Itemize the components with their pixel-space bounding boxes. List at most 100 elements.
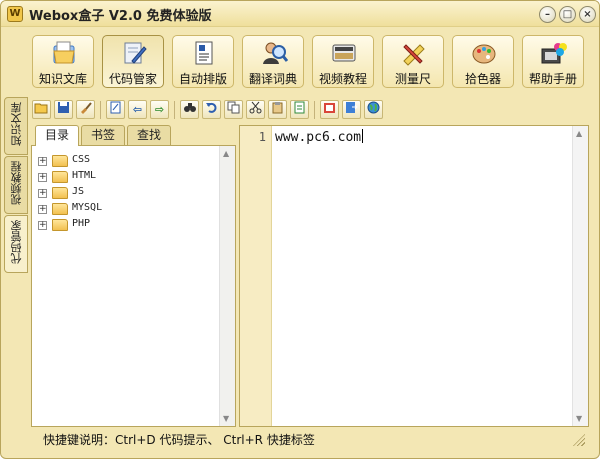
toolbar-separator [314,101,315,119]
line-number-gutter: 1 [240,126,272,426]
line-number: 1 [258,130,266,144]
resize-grip-icon[interactable] [573,434,585,446]
folder-icon [52,203,68,215]
left-panel: 目录 书签 查找 + CSS + HTML + JS + MYSQL + PHP… [31,125,236,427]
maximize-button[interactable]: □ [559,6,576,23]
scissors-icon [249,101,262,114]
editor-text-line[interactable]: www.pc6.com [275,129,364,145]
translate-dictionary-button[interactable]: 翻译词典 [242,35,304,88]
undo-icon [206,102,217,113]
tree-node-label: CSS [72,154,91,165]
editor-content: www.pc6.com [275,130,362,145]
scroll-up-icon[interactable]: ▲ [576,129,582,138]
tree-node-label: MYSQL [72,202,103,213]
scroll-up-icon[interactable]: ▲ [223,149,229,158]
side-tab-knowledge-library-label: 知识文库 [10,102,23,146]
toolbar-separator [100,101,101,119]
side-tab-knowledge-library[interactable]: 知识文库 [4,97,28,155]
document-icon [294,101,305,114]
knowledge-library-label: 知识文库 [38,72,87,86]
main-toolbar: 知识文库 代码管家 自动排版 翻译词典 视频教程 测量尺 拾色器 帮助手册 [1,28,599,94]
scroll-down-icon[interactable]: ▼ [576,414,582,423]
measure-ruler-label: 测量尺 [394,72,431,86]
copy-button[interactable] [224,100,243,119]
expand-icon[interactable]: + [38,173,47,182]
measure-ruler-button[interactable]: 测量尺 [382,35,444,88]
ruler-pencil-icon [403,44,425,66]
tree-node-label: JS [72,186,85,197]
html-icon [324,103,335,113]
expand-icon[interactable]: + [38,221,47,230]
side-tab-video-tutorial-label: 视频教程 [10,161,23,205]
side-tab-code-manager[interactable]: 代码管家 [4,215,28,273]
translate-dictionary-label: 翻译词典 [248,72,297,86]
code-manager-button[interactable]: 代码管家 [102,35,164,88]
side-tab-strip: 知识文库 视频教程 代码管家 [4,97,29,287]
edit-icon [110,101,121,114]
tab-directory[interactable]: 目录 [35,125,79,146]
app-window: W Webox盒子 V2.0 免费体验版 – □ × 知识文库 代码管家 自动排… [0,0,600,459]
export-button[interactable] [342,100,361,119]
minimize-button[interactable]: – [539,6,556,23]
document-button[interactable] [290,100,309,119]
text-document-icon [195,41,213,65]
palette-icon [472,44,496,64]
video-tutorial-label: 视频教程 [318,72,367,86]
tree-node-label: HTML [72,170,97,181]
cut-button[interactable] [246,100,265,119]
folder-icon [52,219,68,231]
paste-button[interactable] [268,100,287,119]
undo-button[interactable] [202,100,221,119]
find-button[interactable] [180,100,199,119]
paste-icon [272,102,283,114]
auto-format-label: 自动排版 [178,72,227,86]
tree-node-label: PHP [72,218,91,229]
close-button[interactable]: × [579,6,596,23]
back-button[interactable]: ⇦ [128,100,147,119]
title-bar[interactable]: W Webox盒子 V2.0 免费体验版 – □ × [1,1,599,27]
code-editor[interactable]: 1 www.pc6.com ▲ ▼ [239,125,589,427]
code-manager-label: 代码管家 [108,72,157,86]
scroll-down-icon[interactable]: ▼ [223,414,229,423]
video-tutorial-button[interactable]: 视频教程 [312,35,374,88]
binoculars-icon [183,103,196,112]
side-tab-video-tutorial[interactable]: 视频教程 [4,156,28,214]
shortcut-hint: 快捷键说明：Ctrl+D 代码提示、 Ctrl+R 快捷标签 [43,433,315,447]
web-preview-button[interactable] [364,100,383,119]
auto-format-button[interactable]: 自动排版 [172,35,234,88]
help-manual-label: 帮助手册 [528,72,577,86]
open-button[interactable] [32,100,51,119]
book-folder-icon [53,41,75,64]
tree-scrollbar[interactable]: ▲ ▼ [219,146,235,426]
open-folder-icon [34,103,48,114]
clear-button[interactable] [76,100,95,119]
expand-icon[interactable]: + [38,205,47,214]
help-manual-button[interactable]: 帮助手册 [522,35,584,88]
html-button[interactable] [320,100,339,119]
expand-icon[interactable]: + [38,157,47,166]
editor-scrollbar[interactable]: ▲ ▼ [572,126,588,426]
app-logo-icon: W [7,6,23,22]
brush-icon [81,102,92,114]
expand-icon[interactable]: + [38,189,47,198]
color-picker-button[interactable]: 拾色器 [452,35,514,88]
folder-icon [52,155,68,167]
color-picker-label: 拾色器 [464,72,501,86]
tab-bookmarks[interactable]: 书签 [81,125,125,145]
save-button[interactable] [54,100,73,119]
knowledge-library-button[interactable]: 知识文库 [32,35,94,88]
folder-icon [52,187,68,199]
text-caret [362,129,364,143]
folder-icon [52,171,68,183]
help-manual-icon [541,43,567,64]
tab-search[interactable]: 查找 [127,125,171,145]
edit-toolbar: ⇦ ⇨ [30,97,590,123]
video-icon [332,44,356,62]
edit-button[interactable] [106,100,125,119]
copy-icon [227,101,240,114]
side-tab-code-manager-label: 代码管家 [10,220,23,264]
toolbar-separator [174,101,175,119]
person-magnifier-icon [263,42,288,64]
status-bar: 快捷键说明：Ctrl+D 代码提示、 Ctrl+R 快捷标签 [31,429,591,449]
forward-button[interactable]: ⇨ [150,100,169,119]
